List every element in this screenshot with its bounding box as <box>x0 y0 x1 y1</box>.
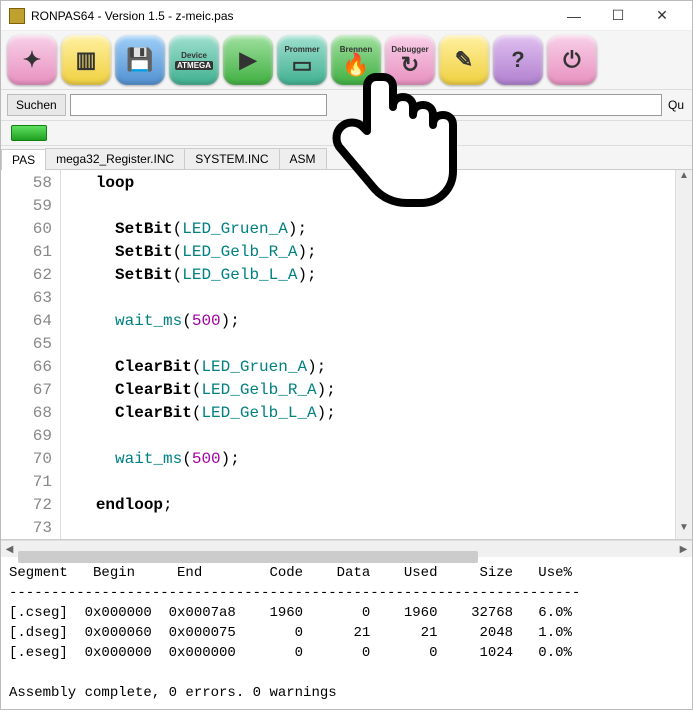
tab-pas[interactable]: PAS <box>1 149 46 170</box>
code-line[interactable] <box>67 333 669 356</box>
code-line[interactable] <box>67 287 669 310</box>
code-line[interactable]: SetBit(LED_Gruen_A); <box>67 218 669 241</box>
code-area[interactable]: loop SetBit(LED_Gruen_A); SetBit(LED_Gel… <box>61 170 675 539</box>
line-number: 66 <box>3 356 52 379</box>
line-number: 61 <box>3 241 52 264</box>
horizontal-scrollbar[interactable]: ◀ ▶ <box>1 540 692 557</box>
line-number: 64 <box>3 310 52 333</box>
status-led-icon <box>11 125 47 141</box>
code-line[interactable]: SetBit(LED_Gelb_L_A); <box>67 264 669 287</box>
search-input-2[interactable] <box>405 94 662 116</box>
code-line[interactable] <box>67 471 669 494</box>
code-line[interactable]: wait_ms(500); <box>67 310 669 333</box>
app-icon <box>9 8 25 24</box>
line-number: 58 <box>3 172 52 195</box>
line-number: 62 <box>3 264 52 287</box>
toolbar-prommer-button[interactable]: Prommer▭ <box>277 35 327 85</box>
search-input-1[interactable] <box>70 94 327 116</box>
code-line[interactable]: loop <box>67 172 669 195</box>
toolbar-new-file-button[interactable]: ✦ <box>7 35 57 85</box>
scroll-right-icon[interactable]: ▶ <box>675 544 692 555</box>
toolbar-run-button[interactable]: ▶ <box>223 35 273 85</box>
device-sublabel: ATMEGA <box>175 61 213 70</box>
line-number: 60 <box>3 218 52 241</box>
code-line[interactable] <box>67 517 669 539</box>
vertical-scrollbar[interactable]: ▲ ▼ <box>675 170 692 539</box>
scroll-left-icon[interactable]: ◀ <box>1 544 18 555</box>
title-bar: RONPAS64 - Version 1.5 - z-meic.pas — ☐ … <box>1 1 692 31</box>
toolbar-save-file-button[interactable]: 💾 <box>115 35 165 85</box>
code-line[interactable]: SetBit(LED_Gelb_R_A); <box>67 241 669 264</box>
run-icon: ▶ <box>240 49 257 71</box>
hscroll-thumb[interactable] <box>18 551 478 563</box>
device-label: Device <box>181 51 207 60</box>
code-line[interactable]: wait_ms(500); <box>67 448 669 471</box>
line-number: 72 <box>3 494 52 517</box>
editor-tabs: PASmega32_Register.INCSYSTEM.INCASM <box>1 146 692 170</box>
code-line[interactable]: endloop; <box>67 494 669 517</box>
code-line[interactable] <box>67 195 669 218</box>
power-icon: ⏻ <box>563 49 580 71</box>
line-number: 71 <box>3 471 52 494</box>
minimize-button[interactable]: — <box>552 2 596 30</box>
toolbar-tools-button[interactable]: ✎ <box>439 35 489 85</box>
line-number: 59 <box>3 195 52 218</box>
prommer-icon: ▭ <box>292 54 313 76</box>
window-title: RONPAS64 - Version 1.5 - z-meic.pas <box>31 9 552 23</box>
scroll-down-icon[interactable]: ▼ <box>676 522 692 539</box>
line-number: 68 <box>3 402 52 425</box>
code-line[interactable]: ClearBit(LED_Gelb_L_A); <box>67 402 669 425</box>
search-right-label: Qu <box>666 98 686 112</box>
tools-icon: ✎ <box>455 49 473 71</box>
maximize-button[interactable]: ☐ <box>596 2 640 30</box>
debugger-icon: ↻ <box>401 54 419 76</box>
brennen-icon: 🔥 <box>342 54 369 76</box>
save-file-icon: 💾 <box>126 49 153 71</box>
line-number: 70 <box>3 448 52 471</box>
toolbar-open-file-button[interactable]: ▥ <box>61 35 111 85</box>
line-number: 63 <box>3 287 52 310</box>
open-file-icon: ▥ <box>76 49 97 71</box>
line-number: 73 <box>3 517 52 540</box>
code-line[interactable]: ClearBit(LED_Gelb_R_A); <box>67 379 669 402</box>
code-line[interactable] <box>67 425 669 448</box>
search-label-button[interactable]: Suchen <box>7 94 66 116</box>
scroll-up-icon[interactable]: ▲ <box>676 170 692 187</box>
toolbar-power-button[interactable]: ⏻ <box>547 35 597 85</box>
line-number: 69 <box>3 425 52 448</box>
line-number: 65 <box>3 333 52 356</box>
close-button[interactable]: ✕ <box>640 2 684 30</box>
line-gutter: 58596061626364656667686970717273 <box>1 170 61 539</box>
code-editor[interactable]: 58596061626364656667686970717273 loop Se… <box>1 170 692 540</box>
tab-system-inc[interactable]: SYSTEM.INC <box>184 148 279 169</box>
new-file-icon: ✦ <box>23 49 41 71</box>
code-line[interactable]: ClearBit(LED_Gruen_A); <box>67 356 669 379</box>
line-number: 67 <box>3 379 52 402</box>
search-row: Suchen Qu <box>1 90 692 121</box>
tab-mega32-register-inc[interactable]: mega32_Register.INC <box>45 148 185 169</box>
toolbar-debugger-button[interactable]: Debugger↻ <box>385 35 435 85</box>
build-output: Segment Begin End Code Data Used Size Us… <box>1 557 692 717</box>
tab-asm[interactable]: ASM <box>279 148 327 169</box>
status-strip <box>1 121 692 146</box>
toolbar-device-button[interactable]: DeviceATMEGA <box>169 35 219 85</box>
toolbar-brennen-button[interactable]: Brennen🔥 <box>331 35 381 85</box>
toolbar-help-button[interactable]: ? <box>493 35 543 85</box>
help-icon: ? <box>511 49 524 71</box>
main-toolbar: ✦ ▥ 💾 DeviceATMEGA ▶ Prommer▭Brennen🔥Debugger… <box>1 31 692 90</box>
